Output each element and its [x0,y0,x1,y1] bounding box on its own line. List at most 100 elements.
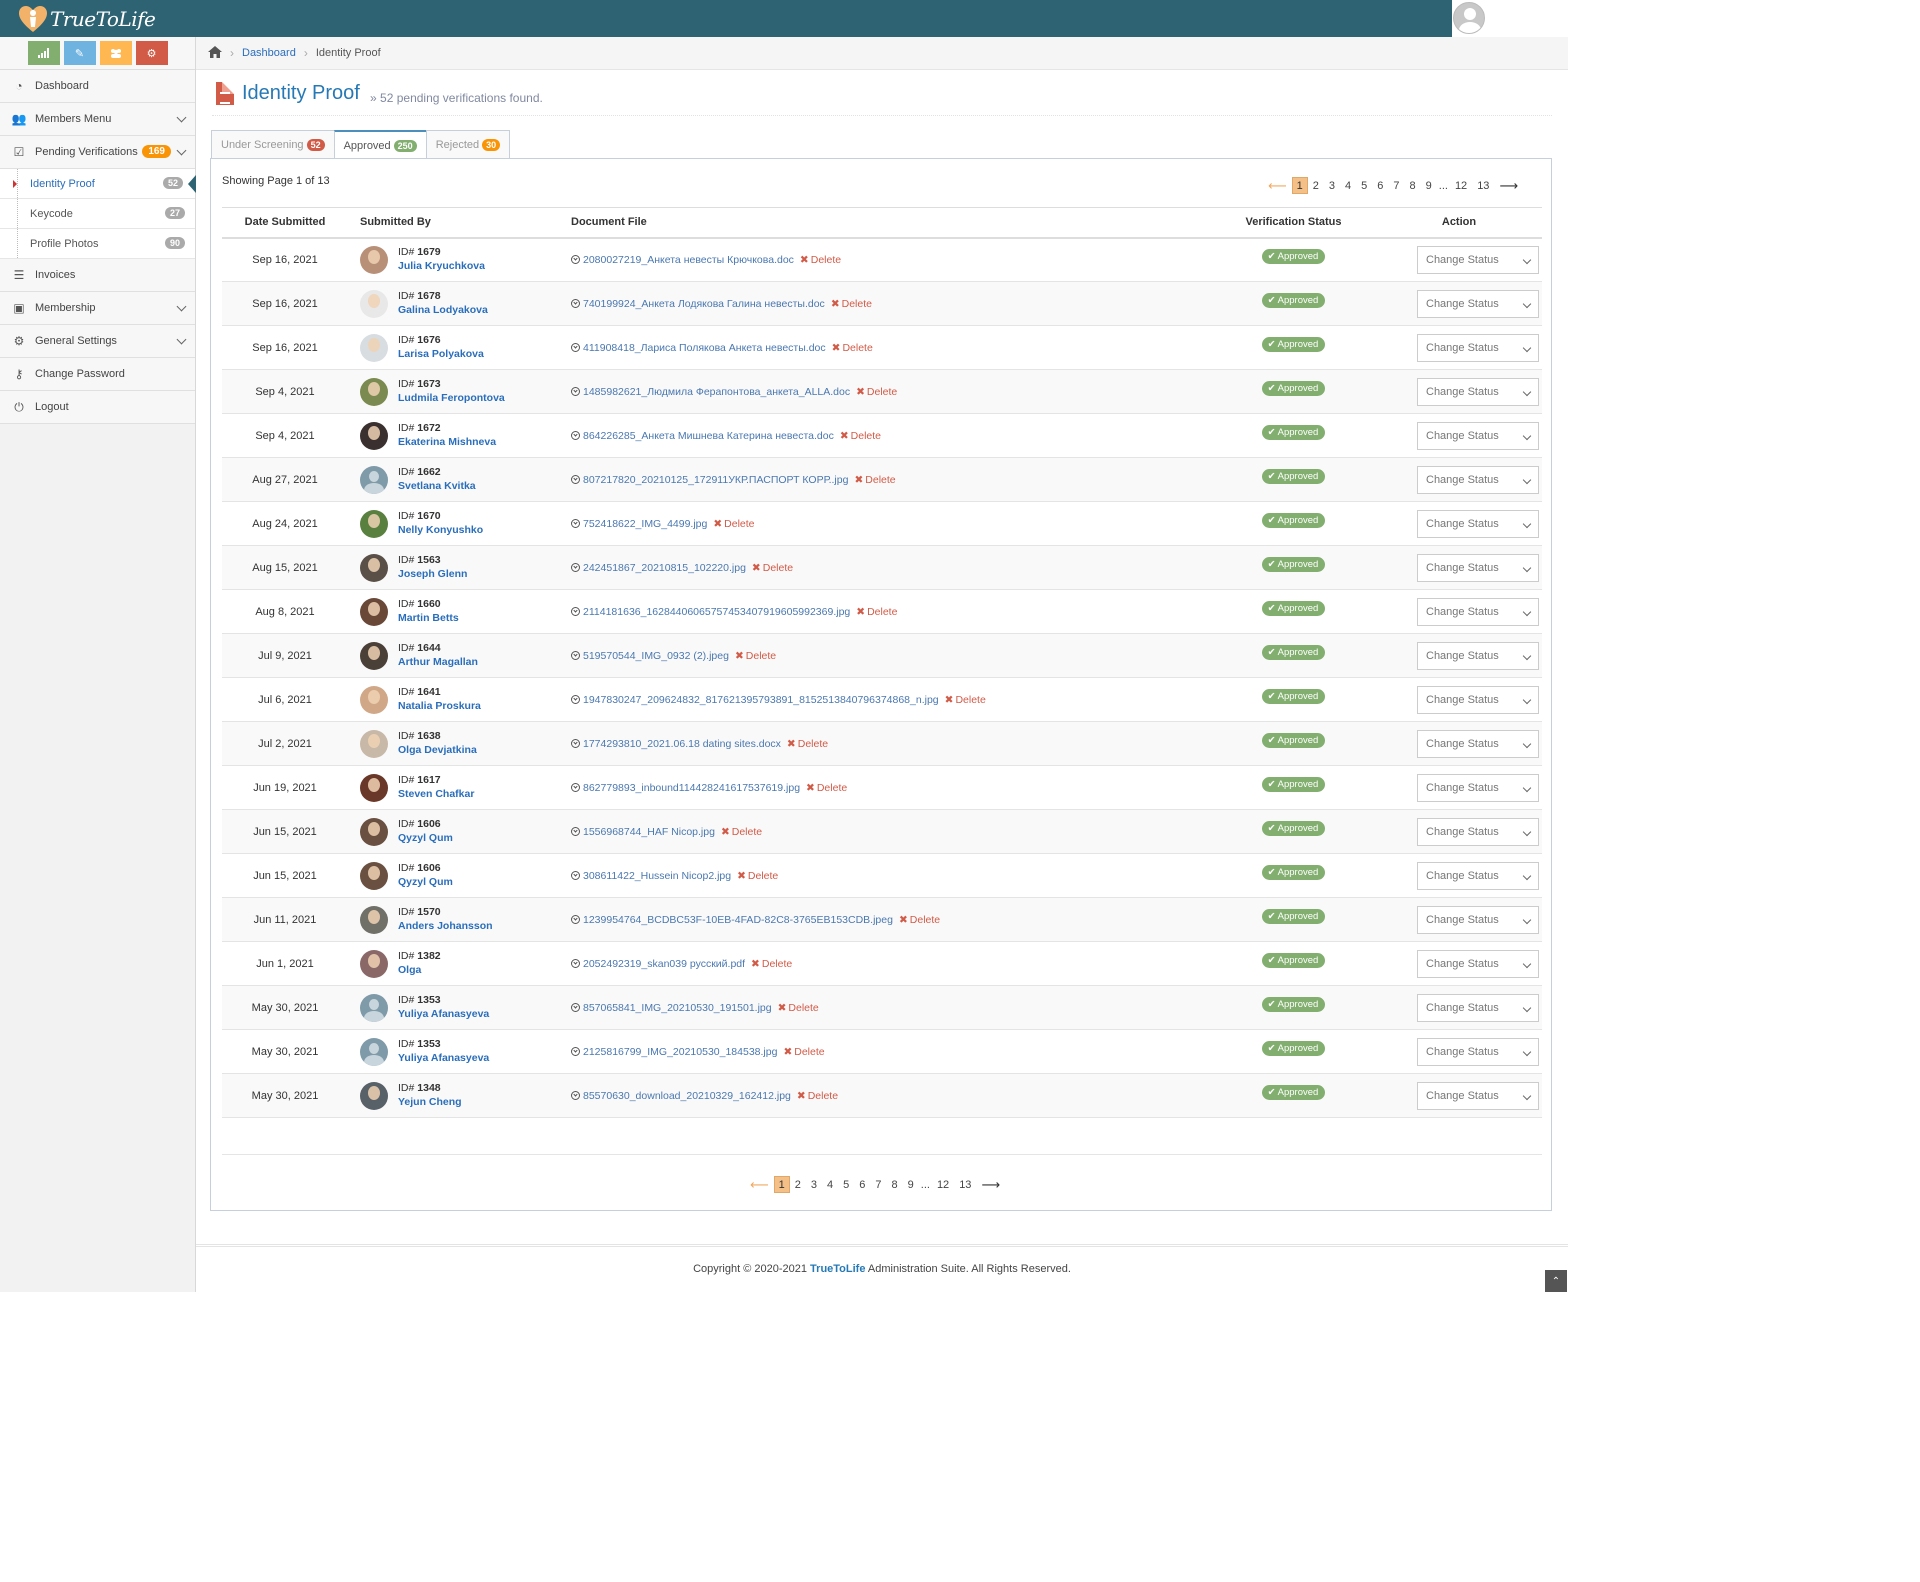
member-name-link[interactable]: Yuliya Afanasyeva [398,1052,489,1064]
delete-document-link[interactable]: ✖ Delete [854,474,895,486]
delete-document-link[interactable]: ✖ Delete [800,254,841,266]
delete-document-link[interactable]: ✖ Delete [713,518,754,530]
page-9-button[interactable]: 9 [903,1176,919,1193]
member-name-link[interactable]: Nelly Konyushko [398,524,483,536]
page-1-button[interactable]: 1 [773,1176,790,1193]
change-status-select[interactable]: Change Status [1417,817,1539,846]
tab-rejected[interactable]: Rejected 30 [425,130,511,159]
page-2-button[interactable]: 2 [790,1176,806,1193]
sidebar-item-general-settings[interactable]: ⚙ General Settings [0,325,195,358]
page-9-button[interactable]: 9 [1421,177,1437,194]
brand-logo[interactable]: TrueToLife [18,4,156,34]
page-8-button[interactable]: 8 [1405,177,1421,194]
avatar[interactable] [360,861,388,890]
change-status-select[interactable]: Change Status [1417,729,1539,758]
change-status-select[interactable]: Change Status [1417,773,1539,802]
member-name-link[interactable]: Ekaterina Mishneva [398,436,496,448]
member-name-link[interactable]: Arthur Magallan [398,656,478,668]
delete-document-link[interactable]: ✖ Delete [721,826,762,838]
avatar[interactable] [360,421,388,450]
document-file-link[interactable]: 242451867_20210815_102220.jpg [583,562,746,574]
document-file-link[interactable]: 752418622_IMG_4499.jpg [583,518,707,530]
avatar[interactable] [360,597,388,626]
column-header-verification-status[interactable]: Verification Status [1211,207,1376,239]
document-file-link[interactable]: 2052492319_skan039 русский.pdf [583,958,745,970]
document-file-link[interactable]: 519570544_IMG_0932 (2).jpeg [583,650,729,662]
delete-document-link[interactable]: ✖ Delete [797,1090,838,1102]
avatar[interactable] [360,685,388,714]
document-file-link[interactable]: 411908418_Лариса Полякова Анкета невесты… [583,342,826,354]
change-status-select[interactable]: Change Status [1417,289,1539,318]
breadcrumb-dashboard-link[interactable]: Dashboard [242,47,296,59]
delete-document-link[interactable]: ✖ Delete [737,870,778,882]
member-name-link[interactable]: Joseph Glenn [398,568,467,580]
member-name-link[interactable]: Julia Kryuchkova [398,260,485,272]
delete-document-link[interactable]: ✖ Delete [945,694,986,706]
change-status-select[interactable]: Change Status [1417,1081,1539,1110]
delete-document-link[interactable]: ✖ Delete [899,914,940,926]
member-name-link[interactable]: Yuliya Afanasyeva [398,1008,489,1020]
member-name-link[interactable]: Steven Chafkar [398,788,474,800]
tab-under-screening[interactable]: Under Screening 52 [211,130,335,159]
member-name-link[interactable]: Yejun Cheng [398,1096,462,1108]
member-name-link[interactable]: Natalia Proskura [398,700,481,712]
change-status-select[interactable]: Change Status [1417,377,1539,406]
welcome-text[interactable]: Welcome, Admin! [1495,5,1542,29]
tab-approved[interactable]: Approved 250 [333,130,427,160]
document-file-link[interactable]: 1774293810_2021.06.18 dating sites.docx [583,738,781,750]
pencil-icon[interactable]: ✎ [63,41,96,65]
document-file-link[interactable]: 2125816799_IMG_20210530_184538.jpg [583,1046,777,1058]
change-status-select[interactable]: Change Status [1417,245,1539,274]
document-file-link[interactable]: 807217820_20210125_172911УКР.ПАСПОРТ КОР… [583,474,848,486]
avatar[interactable] [360,773,388,802]
delete-document-link[interactable]: ✖ Delete [735,650,776,662]
column-header-date[interactable]: Date Submitted [222,207,348,239]
avatar[interactable] [360,333,388,362]
change-status-select[interactable]: Change Status [1417,993,1539,1022]
delete-document-link[interactable]: ✖ Delete [778,1002,819,1014]
cogs-icon[interactable]: ⚙ [135,41,168,65]
document-file-link[interactable]: 2114181636_16284406065757453407919605992… [583,606,850,618]
member-name-link[interactable]: Martin Betts [398,612,459,624]
change-status-select[interactable]: Change Status [1417,641,1539,670]
avatar[interactable] [360,817,388,846]
change-status-select[interactable]: Change Status [1417,421,1539,450]
sidebar-item-invoices[interactable]: ☰ Invoices [0,259,195,292]
member-name-link[interactable]: Qyzyl Qum [398,832,453,844]
sidebar-item-pending-verifications[interactable]: ☑ Pending Verifications 169 [0,136,195,169]
change-status-select[interactable]: Change Status [1417,685,1539,714]
column-header-action[interactable]: Action [1376,207,1542,239]
member-name-link[interactable]: Ludmila Feropontova [398,392,505,404]
delete-document-link[interactable]: ✖ Delete [783,1046,824,1058]
sidebar-item-members-menu[interactable]: 👥 Members Menu [0,103,195,136]
document-file-link[interactable]: 862779893_inbound1144282416​17537619.jpg [583,782,800,794]
change-status-select[interactable]: Change Status [1417,509,1539,538]
avatar[interactable] [360,465,388,494]
document-file-link[interactable]: 308611422_Hussein Nicop2.jpg [583,870,731,882]
member-name-link[interactable]: Larisa Polyakova [398,348,484,360]
signal-icon[interactable] [27,41,60,65]
document-file-link[interactable]: 1239954764_BCDBC53F-10EB-4FAD-82C8-3765E… [583,914,893,926]
column-header-submitted-by[interactable]: Submitted By [348,207,571,239]
avatar[interactable] [360,905,388,934]
footer-brand-link[interactable]: TrueToLife [810,1263,865,1275]
page-6-button[interactable]: 6 [854,1176,870,1193]
page-7-button[interactable]: 7 [870,1176,886,1193]
member-name-link[interactable]: Svetlana Kvitka [398,480,476,492]
sidebar-item-membership[interactable]: ▣ Membership [0,292,195,325]
sidebar-subitem-identity-proof[interactable]: Identity Proof 52 [0,169,196,199]
document-file-link[interactable]: 2080027219_Анкета невесты Крючкова.doc [583,254,794,266]
delete-document-link[interactable]: ✖ Delete [856,606,897,618]
document-file-link[interactable]: 857065841_IMG_20210530_191501.jpg [583,1002,772,1014]
avatar[interactable] [360,1037,388,1066]
next-page-button[interactable]: ⟶ [1494,177,1523,194]
delete-document-link[interactable]: ✖ Delete [856,386,897,398]
scroll-to-top-button[interactable]: ⌃ [1545,1270,1567,1292]
change-status-select[interactable]: Change Status [1417,905,1539,934]
page-12-button[interactable]: 12 [932,1176,954,1193]
avatar[interactable] [360,1081,388,1110]
page-7-button[interactable]: 7 [1388,177,1404,194]
page-3-button[interactable]: 3 [1324,177,1340,194]
document-file-link[interactable]: 740199924_Анкета Лодякова Галина невесты… [583,298,825,310]
delete-document-link[interactable]: ✖ Delete [806,782,847,794]
